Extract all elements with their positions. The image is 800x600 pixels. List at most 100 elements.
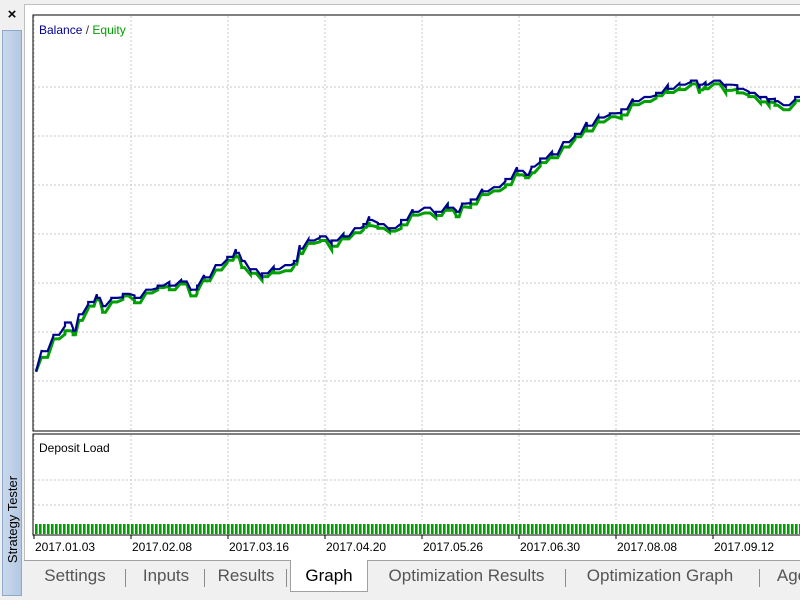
deposit-load-bar <box>207 524 210 534</box>
x-tick-label: 2017.05.26 <box>423 540 483 554</box>
deposit-load-bar <box>235 524 238 534</box>
deposit-load-bar <box>683 524 686 534</box>
deposit-load-bar <box>679 524 682 534</box>
deposit-load-bar <box>427 524 430 534</box>
deposit-load-bar <box>519 524 522 534</box>
deposit-load-bar <box>615 524 618 534</box>
deposit-load-bar <box>247 524 250 534</box>
deposit-load-panel-border <box>32 433 800 536</box>
deposit-load-bar <box>287 524 290 534</box>
deposit-load-bar <box>479 524 482 534</box>
deposit-load-bar <box>527 524 530 534</box>
deposit-load-bar <box>591 524 594 534</box>
deposit-load-bar <box>455 524 458 534</box>
deposit-load-bar <box>395 524 398 534</box>
deposit-load-bar <box>71 524 74 534</box>
tab-age[interactable]: Age <box>762 562 800 590</box>
deposit-load-bar <box>63 524 66 534</box>
tab-inputs[interactable]: Inputs <box>127 562 205 590</box>
tab-optimization-graph[interactable]: Optimization Graph <box>565 562 755 590</box>
deposit-load-bar <box>483 524 486 534</box>
deposit-load-bar <box>447 524 450 534</box>
deposit-load-bar <box>307 524 310 534</box>
deposit-load-bar <box>87 524 90 534</box>
tab-separator <box>204 569 205 587</box>
tab-settings[interactable]: Settings <box>24 562 126 590</box>
deposit-load-bar <box>659 524 662 534</box>
deposit-load-bar <box>379 524 382 534</box>
chart-area: Balance / Equity Deposit Load 2017.01.03 20… <box>24 4 800 566</box>
deposit-load-bar <box>775 524 778 534</box>
deposit-load-bar <box>723 524 726 534</box>
deposit-load-bar <box>67 524 70 534</box>
deposit-load-bar <box>347 524 350 534</box>
deposit-load-bar <box>343 524 346 534</box>
deposit-load-bar <box>103 524 106 534</box>
deposit-load-bar <box>507 524 510 534</box>
deposit-load-bar <box>555 524 558 534</box>
equity-line <box>34 82 800 373</box>
deposit-load-bar <box>319 524 322 534</box>
deposit-load-bar <box>567 524 570 534</box>
deposit-load-bar <box>687 524 690 534</box>
deposit-load-bar <box>671 524 674 534</box>
deposit-load-bar <box>755 524 758 534</box>
deposit-load-bar <box>675 524 678 534</box>
deposit-load-bar <box>239 524 242 534</box>
deposit-load-bar <box>195 524 198 534</box>
deposit-load-bar <box>603 524 606 534</box>
deposit-load-bar <box>51 524 54 534</box>
deposit-load-bar <box>119 524 122 534</box>
deposit-load-bar <box>515 524 518 534</box>
deposit-load-bar <box>95 524 98 534</box>
deposit-load-bar <box>187 524 190 534</box>
deposit-load-bar <box>355 524 358 534</box>
deposit-load-bar <box>459 524 462 534</box>
deposit-load-bar <box>263 524 266 534</box>
deposit-load-bar <box>643 524 646 534</box>
deposit-load-bar <box>667 524 670 534</box>
deposit-load-bar <box>159 524 162 534</box>
deposit-load-bar <box>627 524 630 534</box>
deposit-load-bar <box>431 524 434 534</box>
deposit-load-bar <box>359 524 362 534</box>
deposit-load-bar <box>491 524 494 534</box>
x-tick-label: 2017.04.20 <box>326 540 386 554</box>
deposit-load-bar <box>363 524 366 534</box>
tab-optimization-results[interactable]: Optimization Results <box>369 562 564 590</box>
deposit-load-bar <box>299 524 302 534</box>
deposit-load-bar <box>575 524 578 534</box>
deposit-load-bar <box>303 524 306 534</box>
deposit-load-bar <box>259 524 262 534</box>
deposit-load-bar <box>227 524 230 534</box>
close-button[interactable]: × <box>0 0 24 28</box>
deposit-load-bar <box>387 524 390 534</box>
x-tick-label: 2017.02.08 <box>132 540 192 554</box>
deposit-load-bar <box>559 524 562 534</box>
tab-graph[interactable]: Graph <box>290 560 368 592</box>
tab-results[interactable]: Results <box>206 562 286 590</box>
deposit-load-bar <box>291 524 294 534</box>
deposit-load-bar <box>371 524 374 534</box>
deposit-load-bar <box>367 524 370 534</box>
deposit-load-bar <box>443 524 446 534</box>
tab-separator <box>125 569 126 587</box>
deposit-load-bar <box>451 524 454 534</box>
deposit-load-bar <box>759 524 762 534</box>
deposit-load-bar <box>183 524 186 534</box>
deposit-load-bar <box>539 524 542 534</box>
deposit-load-bar <box>255 524 258 534</box>
deposit-load-bar <box>703 524 706 534</box>
deposit-load-bar <box>571 524 574 534</box>
deposit-load-bar <box>471 524 474 534</box>
deposit-load-bar <box>771 524 774 534</box>
tab-bar: Settings Inputs Results Graph Optimization R… <box>24 560 800 594</box>
deposit-load-bar <box>147 524 150 534</box>
x-tick-label: 2017.09.12 <box>714 540 774 554</box>
deposit-load-bar <box>75 524 78 534</box>
deposit-load-bar <box>735 524 738 534</box>
deposit-load-bar <box>411 524 414 534</box>
deposit-load-bar <box>583 524 586 534</box>
deposit-load-bar <box>275 524 278 534</box>
deposit-load-bar <box>283 524 286 534</box>
